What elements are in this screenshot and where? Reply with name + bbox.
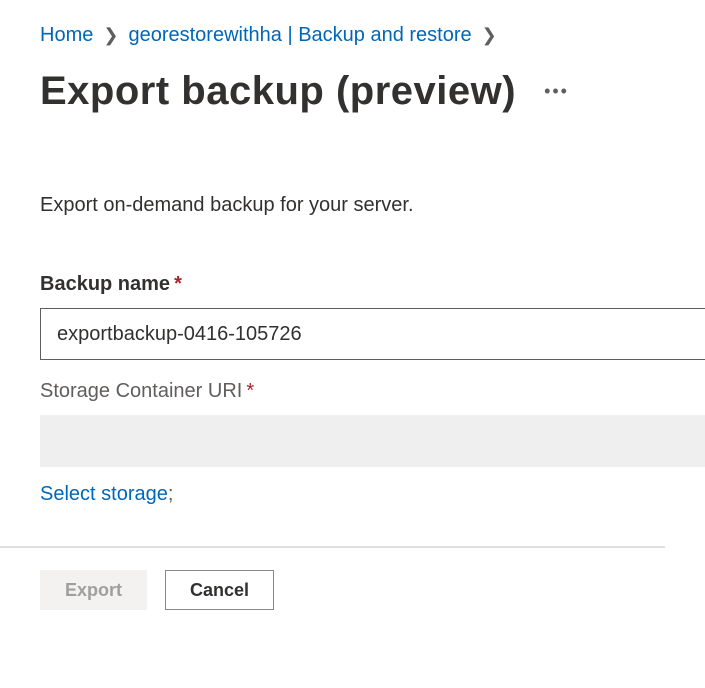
breadcrumb-resource[interactable]: georestorewithha | Backup and restore [128, 24, 471, 47]
required-indicator: * [174, 273, 182, 295]
required-indicator: * [246, 380, 254, 402]
backup-name-input[interactable] [40, 308, 705, 360]
chevron-right-icon: ❯ [103, 25, 118, 46]
page-title: Export backup (preview) [40, 69, 516, 114]
storage-uri-field: Storage Container URI* Select storage; [40, 380, 665, 506]
select-storage-link[interactable]: Select storage [40, 483, 168, 505]
backup-name-label: Backup name* [40, 273, 665, 296]
breadcrumb-home[interactable]: Home [40, 24, 93, 47]
export-button: Export [40, 570, 147, 610]
page-description: Export on-demand backup for your server. [40, 194, 665, 217]
semicolon: ; [168, 483, 174, 505]
footer: Export Cancel [0, 548, 705, 632]
storage-uri-label: Storage Container URI* [40, 380, 665, 403]
backup-name-field: Backup name* [40, 273, 665, 360]
storage-uri-input [40, 415, 705, 467]
chevron-right-icon: ❯ [482, 25, 497, 46]
cancel-button[interactable]: Cancel [165, 570, 274, 610]
more-icon[interactable]: ••• [544, 81, 569, 102]
breadcrumb: Home ❯ georestorewithha | Backup and res… [40, 24, 665, 47]
